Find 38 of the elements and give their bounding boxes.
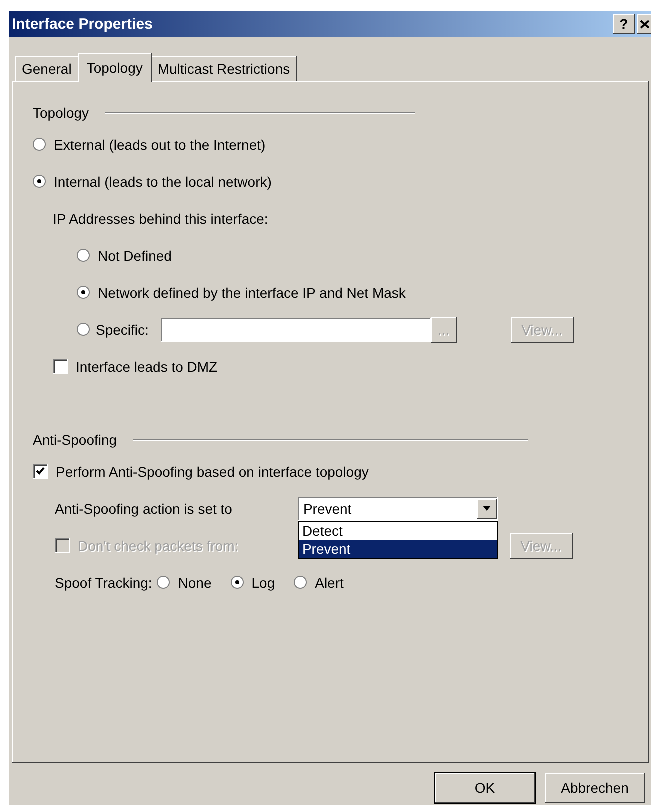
field-label: Anti-Spoofing action is set to	[55, 500, 232, 516]
radio-button[interactable]	[294, 576, 308, 589]
radio-label: Alert	[315, 574, 344, 590]
tab[interactable]: General	[15, 56, 79, 81]
field-label: Spoof Tracking:	[55, 574, 152, 590]
radio-button[interactable]	[77, 323, 90, 336]
close-icon[interactable]	[637, 14, 651, 34]
dropdown-option[interactable]: Detect	[299, 522, 498, 540]
input-field[interactable]	[160, 318, 431, 342]
radio-label: Network defined by the interface IP and Net Mask	[98, 284, 406, 300]
check-icon	[36, 467, 45, 476]
checkbox[interactable]	[53, 359, 68, 374]
radio-label: None	[178, 574, 212, 590]
tab[interactable]: Multicast Restrictions	[150, 56, 298, 81]
help-button[interactable]: ?	[613, 14, 635, 34]
radio-label: Not Defined	[98, 248, 172, 264]
field-label: IP Addresses behind this interface:	[53, 210, 268, 226]
radio-button[interactable]	[230, 576, 244, 589]
dropdown-option[interactable]: Prevent	[299, 540, 498, 558]
radio-label: Specific:	[96, 322, 149, 338]
radio-button[interactable]	[77, 286, 90, 299]
checkbox-label: Interface leads to DMZ	[76, 358, 218, 374]
radio-button[interactable]	[157, 576, 170, 589]
radio-label: Log	[252, 574, 276, 590]
tab[interactable]: Topology	[78, 53, 152, 82]
dialog-button[interactable]: OK	[435, 773, 535, 803]
radio-label: Internal (leads to the local network)	[54, 174, 272, 190]
section-title: Anti-Spoofing	[33, 432, 118, 448]
window-title: Interface Properties	[12, 16, 153, 32]
radio-button[interactable]	[33, 138, 46, 151]
radio-label: External (leads out to the Internet)	[54, 136, 266, 152]
dialog-button[interactable]: Abbrechen	[545, 773, 645, 803]
checkbox[interactable]	[33, 464, 48, 479]
checkbox-label: Perform Anti-Spoofing based on interface topology	[56, 464, 369, 480]
radio-button[interactable]	[33, 175, 46, 188]
dropdown-arrow-icon	[483, 506, 492, 511]
section-title: Topology	[33, 105, 90, 121]
radio-button[interactable]	[77, 249, 90, 262]
